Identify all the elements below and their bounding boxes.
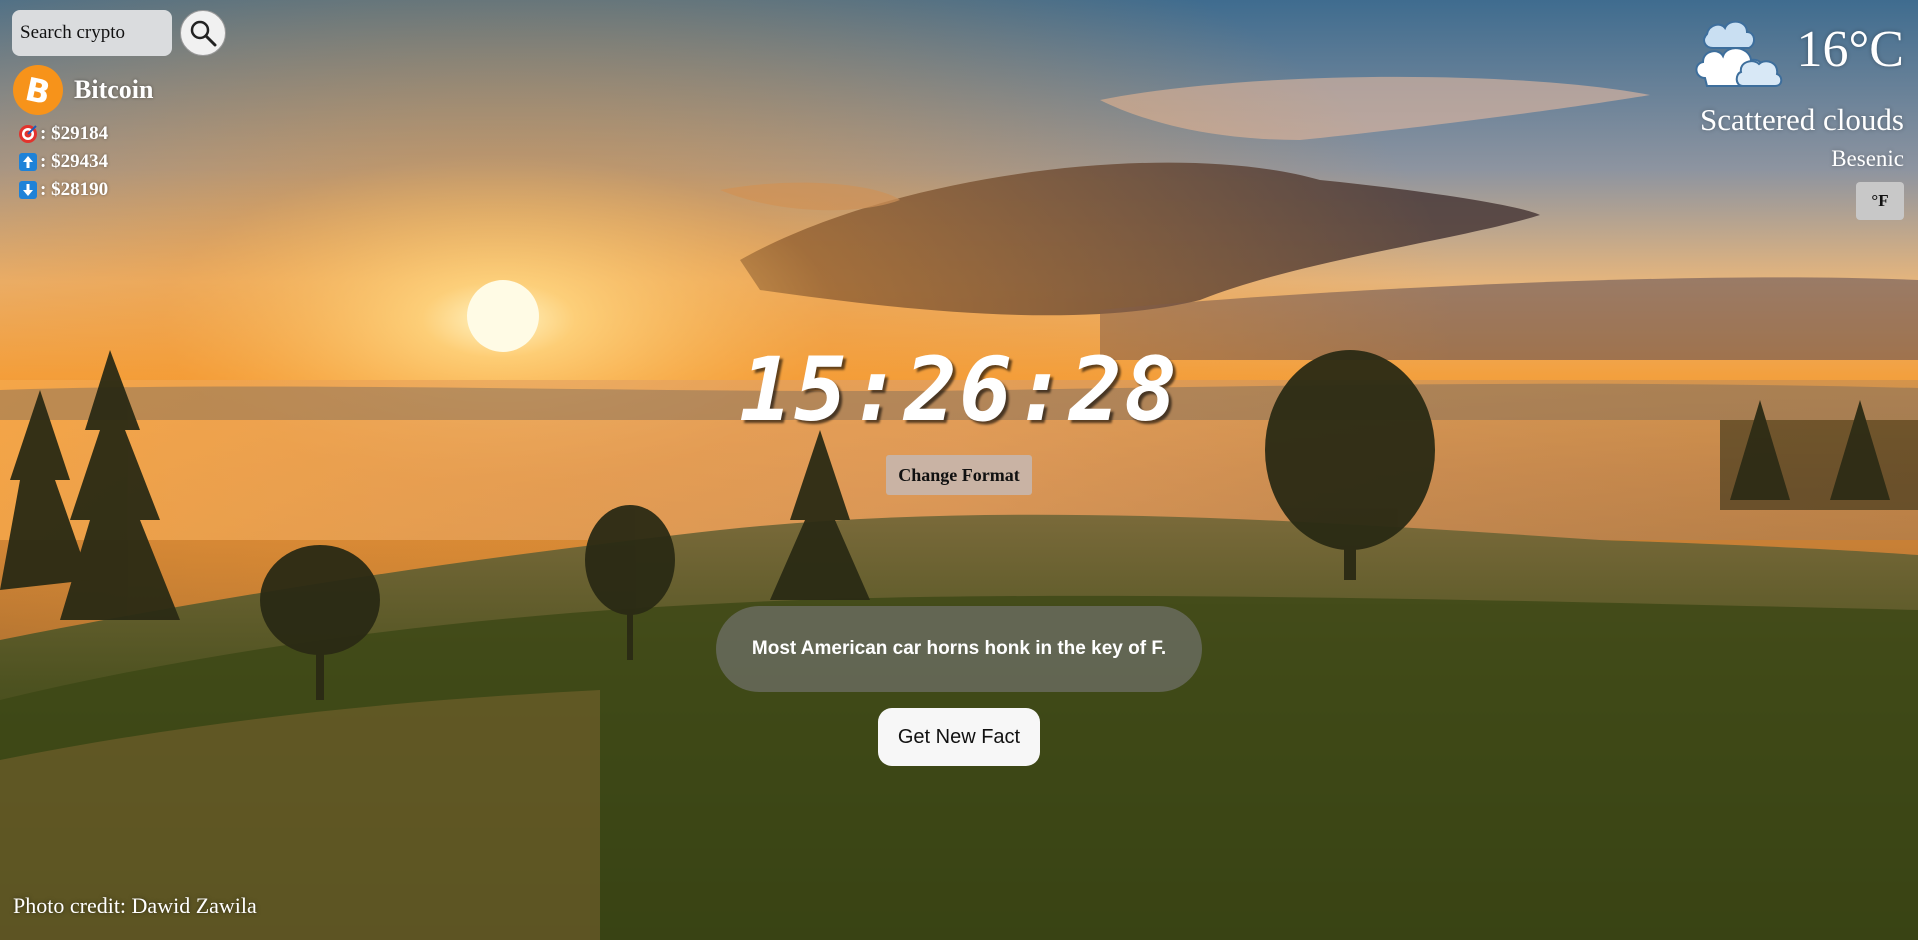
clouds-icon bbox=[1695, 20, 1782, 87]
low-price-row: : $28190 bbox=[18, 176, 226, 204]
high-price: : $29434 bbox=[40, 151, 109, 172]
fact-box: Most American car horns honk in the key … bbox=[716, 606, 1202, 692]
bitcoin-icon: B bbox=[13, 65, 63, 115]
weather-location: Besenic bbox=[1831, 146, 1904, 171]
weather-header: 16°C bbox=[1691, 12, 1904, 88]
temperature: 16°C bbox=[1796, 21, 1904, 78]
temperature-unit-toggle-button[interactable]: °F bbox=[1856, 182, 1904, 220]
crypto-search-button[interactable] bbox=[180, 10, 226, 56]
coin-name: Bitcoin bbox=[74, 75, 154, 104]
search-icon bbox=[190, 20, 217, 47]
get-new-fact-button[interactable]: Get New Fact bbox=[878, 708, 1040, 766]
digital-clock: 15:26:28 bbox=[739, 338, 1179, 441]
weather-widget: 16°C Scattered clouds Besenic °F bbox=[1691, 12, 1904, 220]
target-icon bbox=[19, 125, 37, 143]
crypto-search-input[interactable] bbox=[12, 10, 172, 56]
low-price: : $28190 bbox=[40, 179, 109, 200]
coin-header: B Bitcoin bbox=[12, 64, 226, 116]
high-price-row: : $29434 bbox=[18, 148, 226, 176]
coin-prices: : $29184 : $29434 : $28190 bbox=[18, 120, 226, 204]
crypto-widget: B Bitcoin : $29184 : $29434 bbox=[12, 10, 226, 204]
weather-description: Scattered clouds bbox=[1699, 102, 1904, 137]
up-arrow-icon bbox=[19, 153, 37, 171]
current-price-row: : $29184 bbox=[18, 120, 226, 148]
photo-credit: Photo credit: Dawid Zawila bbox=[13, 893, 257, 918]
fact-text: Most American car horns honk in the key … bbox=[751, 638, 1167, 659]
change-format-button[interactable]: Change Format bbox=[886, 455, 1032, 495]
down-arrow-icon bbox=[19, 181, 37, 199]
crypto-search-bar bbox=[12, 10, 226, 56]
current-price: : $29184 bbox=[40, 123, 109, 144]
